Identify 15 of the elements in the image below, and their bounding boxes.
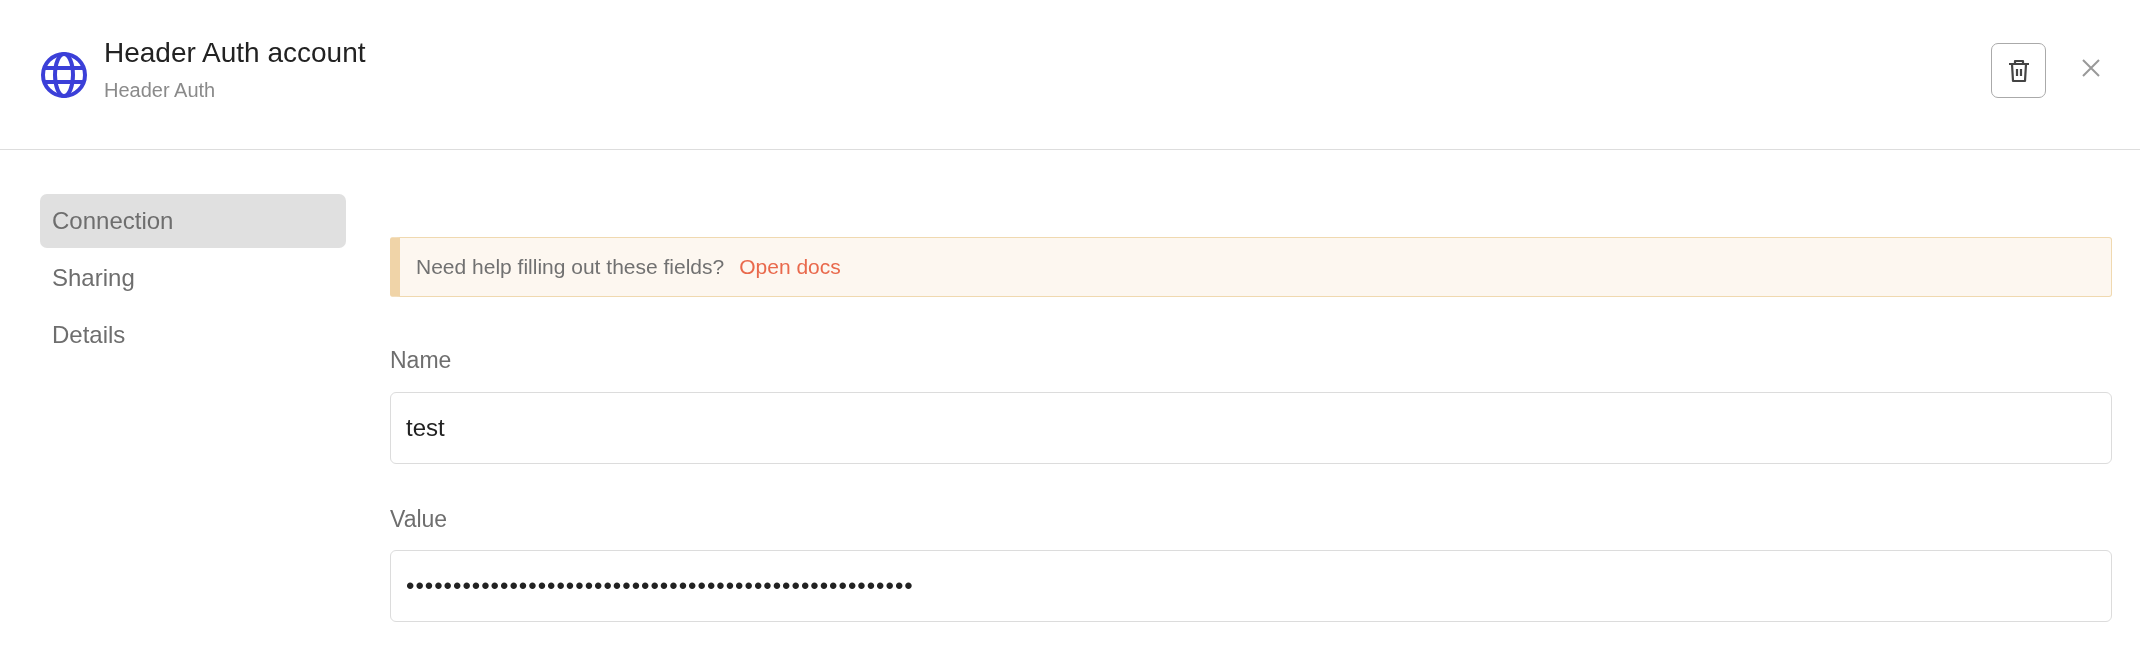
- close-icon: [2082, 58, 2100, 77]
- open-docs-link[interactable]: Open docs: [739, 251, 841, 283]
- trash-icon: [2007, 58, 2030, 83]
- sidebar-item[interactable]: Sharing: [40, 251, 346, 305]
- field-label: Value: [390, 504, 448, 534]
- field-label: Name: [390, 346, 452, 375]
- name-field[interactable]: test: [390, 391, 2112, 464]
- value-field[interactable]: ••••••••••••••••••••••••••••••••••••••••••••••••••••••: [390, 550, 2112, 622]
- delete-button[interactable]: [1991, 43, 2046, 98]
- globe-icon: [40, 50, 88, 99]
- sidebar-item[interactable]: Details: [40, 308, 346, 362]
- help-text: Need help filling out these fields?: [416, 254, 725, 281]
- sidebar-item[interactable]: Connection: [40, 194, 346, 248]
- dialog-title: Header Auth account: [104, 35, 367, 70]
- dialog-subtitle: Header Auth: [104, 78, 217, 104]
